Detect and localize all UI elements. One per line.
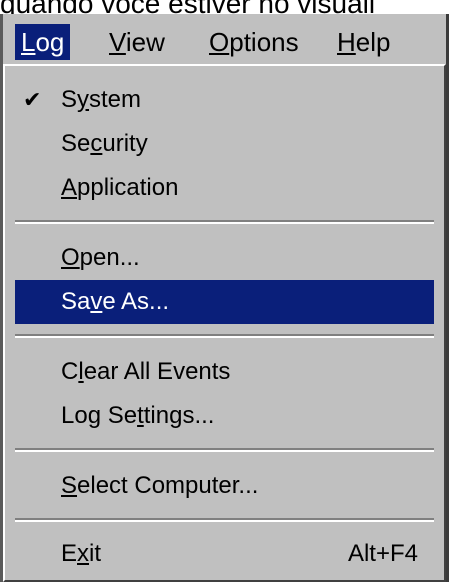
menu-separator (15, 448, 434, 452)
menu-item-log-settings-label-post: tings... (143, 402, 215, 429)
menu-item-log-settings-label-pre: Log Se (61, 402, 138, 429)
menubar: Log View Options Help (3, 14, 446, 64)
menu-item-system-label-post: stem (89, 86, 142, 113)
menu-item-clear-label-post: ear All Events (83, 358, 231, 385)
menu-view-mnemonic: V (109, 27, 126, 57)
menu-item-system-mnemonic: y (77, 86, 90, 113)
menu-item-save-as-label-pre: Sa (61, 288, 91, 315)
menu-item-system[interactable]: ✔ System (15, 78, 434, 122)
menu-item-log-settings[interactable]: Log Settings... (15, 394, 434, 438)
menu-view-label: iew (125, 27, 165, 57)
menu-separator (15, 220, 434, 224)
menu-item-exit-mnemonic: x (77, 540, 90, 567)
menu-item-save-as[interactable]: Save As... (15, 280, 434, 324)
menu-item-exit[interactable]: Exit Alt+F4 (15, 532, 434, 576)
menu-help-mnemonic: H (337, 27, 356, 57)
menu-item-select-computer-mnemonic: S (61, 472, 78, 499)
menu-help[interactable]: Help (331, 24, 396, 60)
menu-item-security-label-post: urity (102, 130, 148, 157)
menu-item-application[interactable]: Application (15, 166, 434, 210)
menu-item-clear-label-pre: C (61, 358, 79, 385)
menu-item-save-as-mnemonic: v (90, 288, 103, 315)
menu-help-label: elp (355, 27, 391, 57)
menu-item-open-mnemonic: O (61, 244, 80, 271)
checkmark-icon: ✔ (23, 87, 42, 112)
menu-item-exit-label-post: it (89, 540, 102, 567)
exit-shortcut: Alt+F4 (347, 540, 418, 567)
menu-separator (15, 518, 434, 522)
log-dropdown-menu: ✔ System Security Application Open... Sa… (3, 64, 446, 582)
menu-item-open-label-post: pen... (79, 244, 140, 271)
menu-log-label: og (35, 27, 65, 57)
menu-item-clear-all-events[interactable]: Clear All Events (15, 350, 434, 394)
menu-item-security[interactable]: Security (15, 122, 434, 166)
menu-log[interactable]: Log (15, 24, 71, 60)
menu-item-select-computer[interactable]: Select Computer... (15, 464, 434, 508)
menu-item-application-label-post: pplication (77, 174, 179, 201)
menu-item-save-as-label-post: e As... (102, 288, 170, 315)
menu-separator (15, 334, 434, 338)
menu-item-exit-label-pre: E (61, 540, 78, 567)
menu-options-mnemonic: O (209, 27, 230, 57)
menu-item-system-label-pre: S (61, 86, 78, 113)
menu-item-security-mnemonic: c (90, 130, 103, 157)
menu-item-security-label-pre: Se (61, 130, 91, 157)
menu-log-mnemonic: L (21, 27, 36, 57)
menu-item-log-settings-mnemonic: t (137, 402, 144, 429)
menu-options-label: ptions (229, 27, 299, 57)
menu-item-application-mnemonic: A (61, 174, 78, 201)
menu-item-select-computer-label-post: elect Computer... (77, 472, 259, 499)
menu-options[interactable]: Options (203, 24, 305, 60)
menu-view[interactable]: View (103, 24, 171, 60)
menu-item-open[interactable]: Open... (15, 236, 434, 280)
